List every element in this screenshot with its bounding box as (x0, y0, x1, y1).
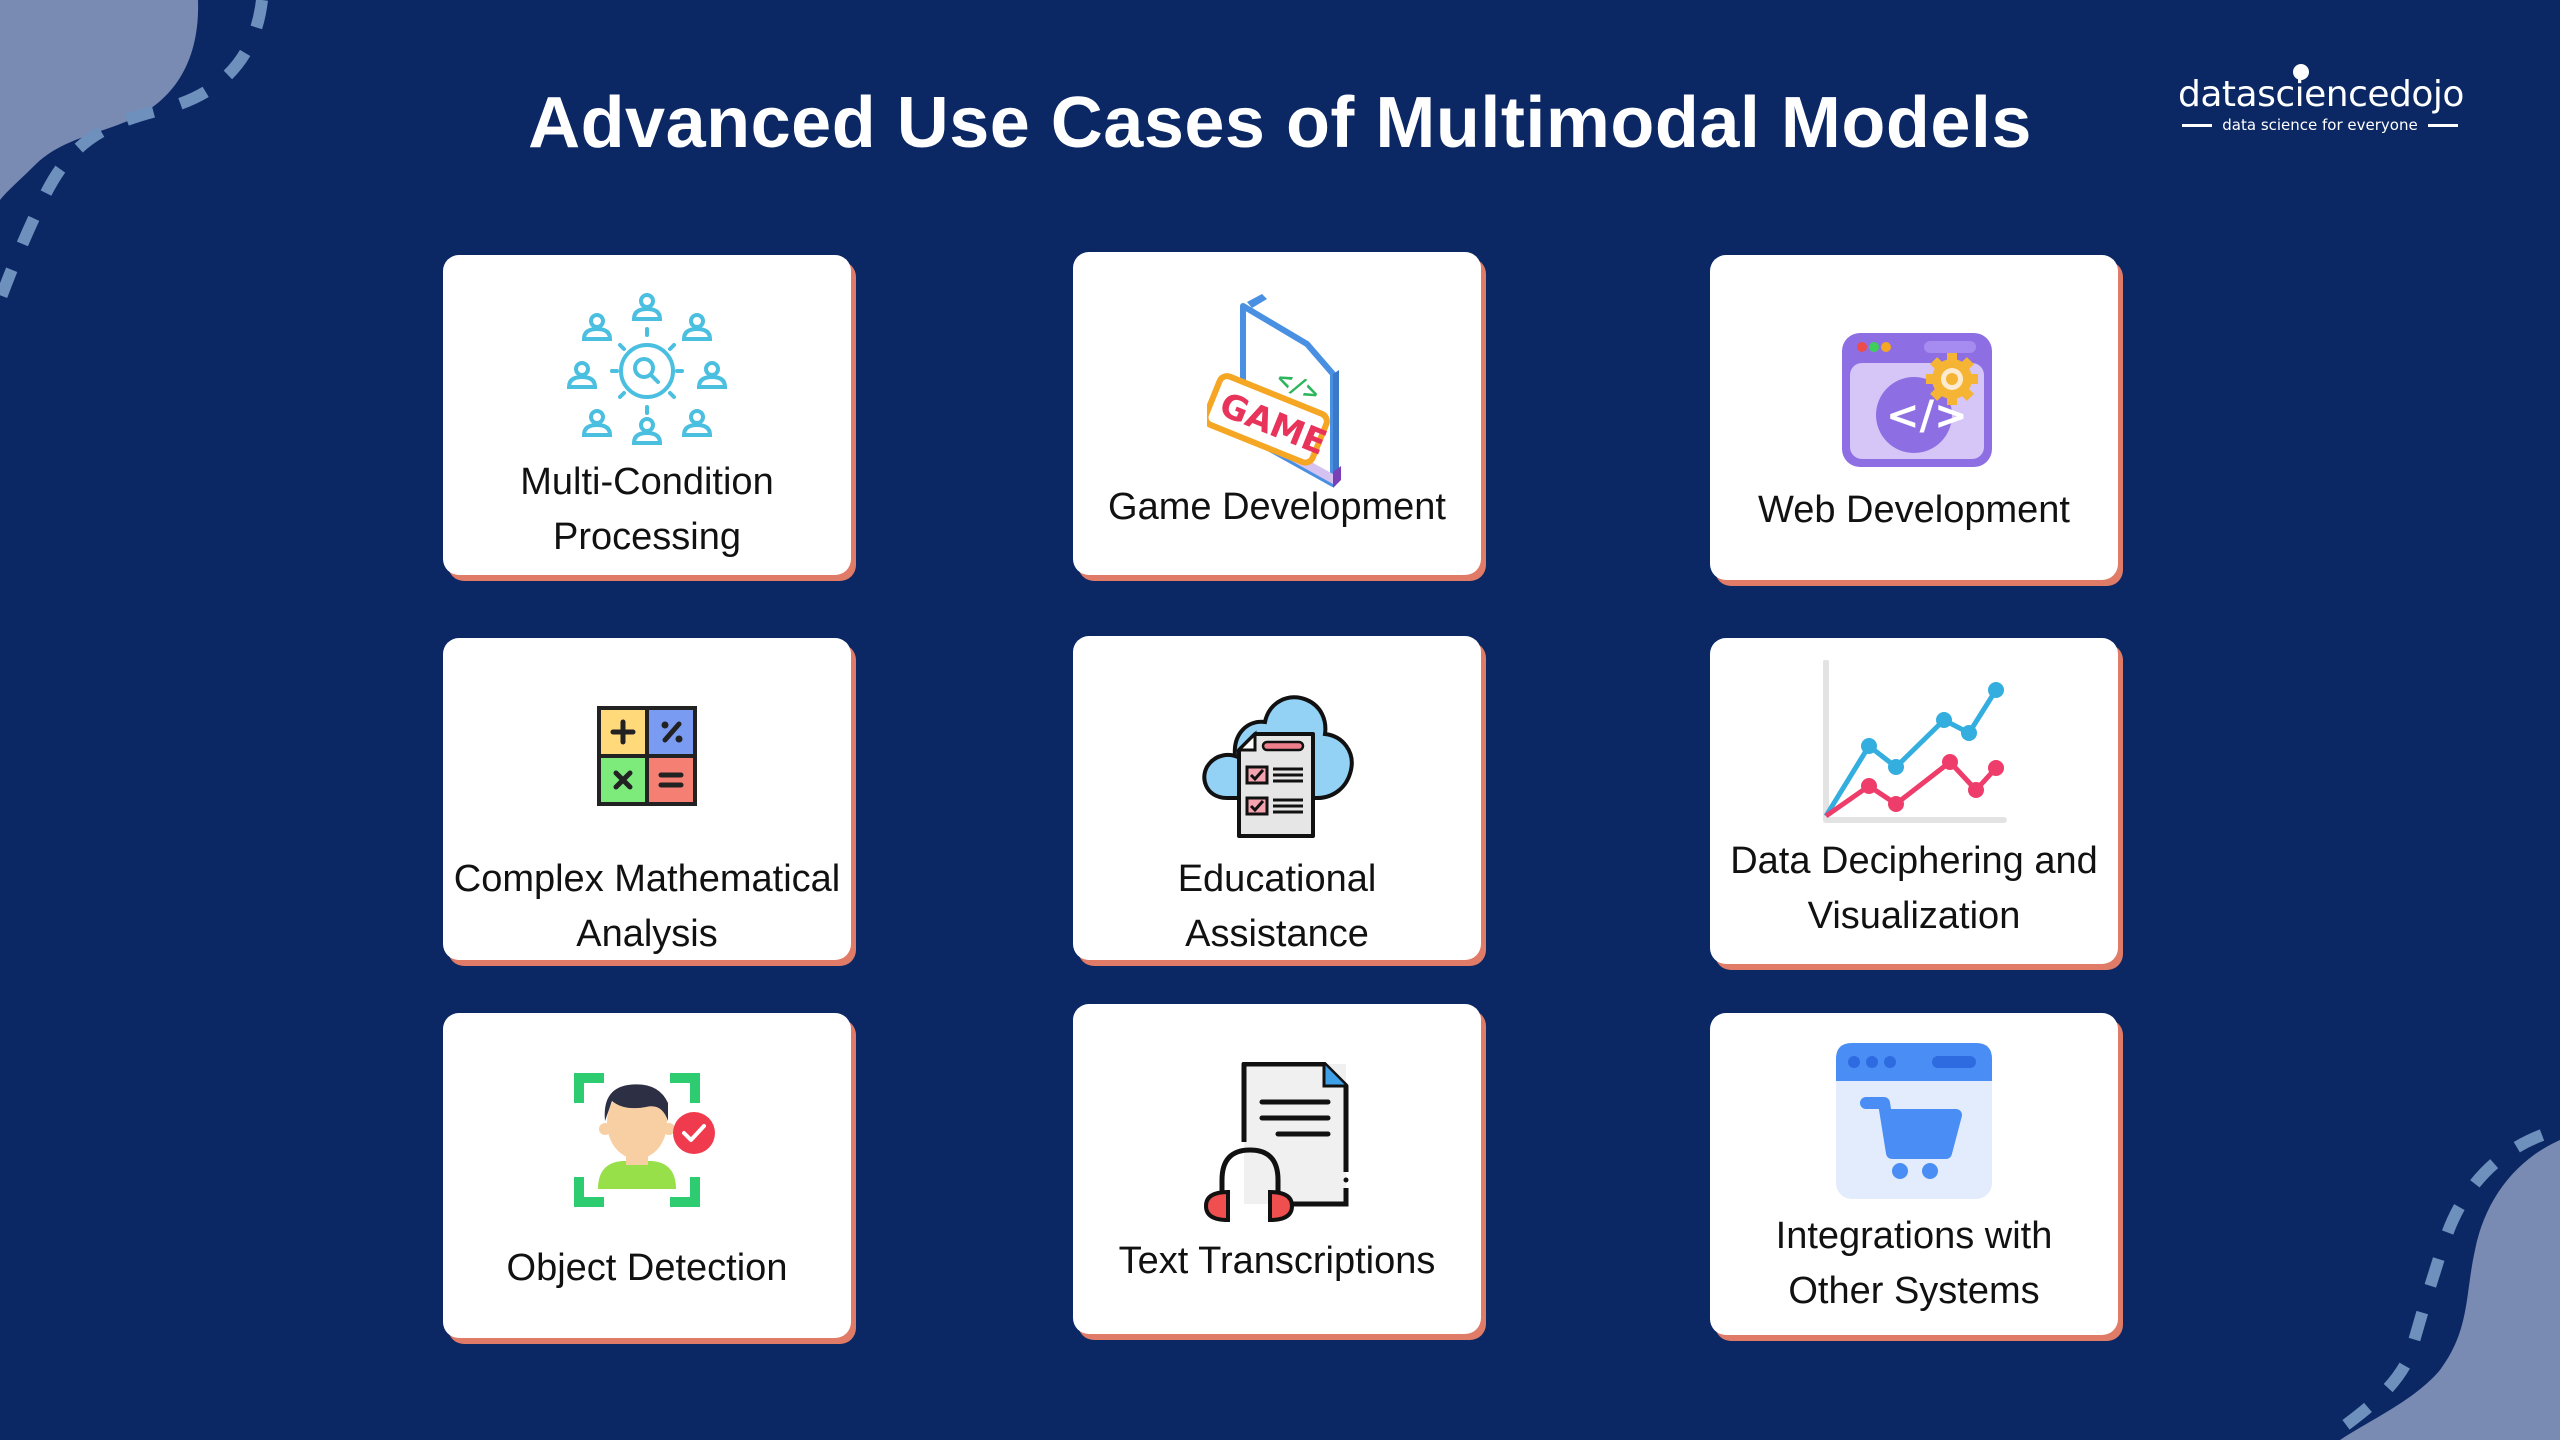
card-label: Data Deciphering and Visualization (1710, 834, 2118, 944)
logo-tagline-row: data science for everyone (2170, 116, 2470, 134)
card-label-line: Processing (553, 516, 741, 558)
card-complex-mathematical-analysis: Complex Mathematical Analysis (443, 638, 851, 960)
card-label-line: Complex Mathematical (453, 858, 841, 900)
card-data-deciphering-visualization: Data Deciphering and Visualization (1710, 638, 2118, 964)
browser-cart-icon (1836, 1043, 1992, 1199)
calculator-operators-icon (597, 706, 697, 806)
game-file-icon: </> GAME (1207, 294, 1341, 488)
card-object-detection: Object Detection (443, 1013, 851, 1338)
card-label: Integrations with Other Systems (1710, 1209, 2118, 1319)
card-label-line: Visualization (1807, 895, 2021, 937)
card-educational-assistance: Educational Assistance (1073, 636, 1481, 960)
card-label: Text Transcriptions (1073, 1234, 1481, 1289)
card-label-line: Educational (1177, 858, 1377, 900)
network-search-icon (566, 293, 728, 445)
corner-decoration-bottom-right (2321, 1129, 2560, 1440)
card-label-line: Other Systems (1788, 1270, 2040, 1312)
card-label: Multi-Condition Processing (443, 455, 851, 565)
card-label-line: Multi-Condition (520, 461, 774, 503)
brand-logo: datasciencedojo data science for everyon… (2170, 62, 2470, 142)
card-game-development: </> GAME Game Development (1073, 252, 1481, 575)
document-headphones-icon (1203, 1062, 1349, 1222)
card-multi-condition-processing: Multi-Condition Processing (443, 255, 851, 575)
logo-line-right (2427, 123, 2458, 127)
face-detection-icon (574, 1073, 715, 1207)
card-label-line: Game Development (1108, 486, 1446, 528)
card-label: Complex Mathematical Analysis (443, 852, 851, 962)
card-label: Web Development (1710, 483, 2118, 538)
card-label: Game Development (1073, 480, 1481, 535)
line-chart-icon (1823, 660, 2007, 823)
card-text-transcriptions: Text Transcriptions (1073, 1004, 1481, 1334)
card-label-line: Text Transcriptions (1118, 1240, 1436, 1282)
card-label-line: Object Detection (506, 1247, 788, 1289)
logo-line-left (2182, 123, 2213, 127)
card-label-line: Analysis (576, 913, 718, 955)
card-label-line: Web Development (1758, 489, 2070, 531)
cloud-checklist-icon (1202, 695, 1354, 838)
card-label: Object Detection (443, 1241, 851, 1296)
card-label-line: Data Deciphering and (1730, 840, 2098, 882)
card-label-line: Assistance (1185, 913, 1369, 955)
logo-wordmark: datasciencedojo (2178, 74, 2464, 115)
logo-tagline: data science for everyone (2222, 116, 2418, 134)
card-label-line: Integrations with (1775, 1215, 2053, 1257)
card-web-development: </> Web Development (1710, 255, 2118, 580)
card-label: Educational Assistance (1073, 852, 1481, 962)
web-code-gear-icon: </> (1842, 333, 1992, 467)
card-integrations-other-systems: Integrations with Other Systems (1710, 1013, 2118, 1335)
